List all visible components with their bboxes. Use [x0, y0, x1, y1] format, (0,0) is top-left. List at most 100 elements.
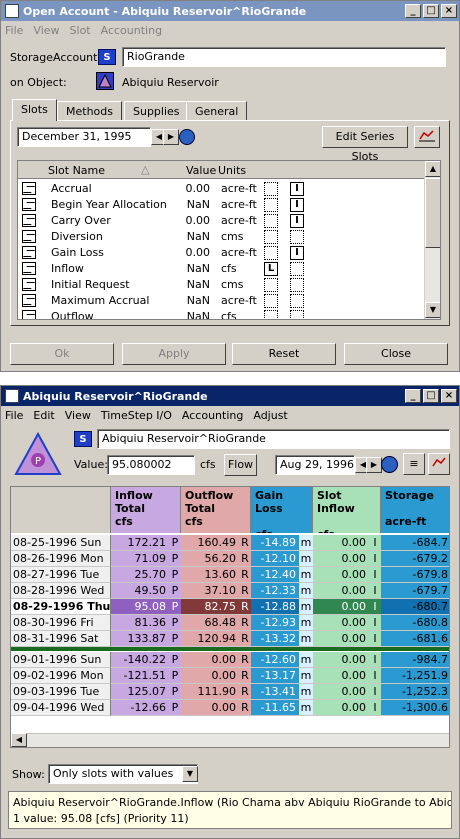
slot-inflow-flag[interactable]: I — [369, 631, 381, 647]
table-row[interactable]: Gain Loss 0.00 acre-ft I — [18, 245, 428, 261]
scrollbar[interactable]: ▲ ▼ — [424, 161, 440, 319]
date-field-2[interactable]: Aug 29, 1996 — [275, 455, 355, 475]
row-date[interactable]: 08-27-1996 Tue — [11, 567, 111, 583]
plot-icon[interactable] — [414, 126, 440, 148]
col-outflow[interactable]: Outflow Total cfs — [181, 487, 251, 533]
outflow-value[interactable]: 160.49 — [181, 535, 239, 551]
table-row[interactable]: Carry Over 0.00 acre-ft I — [18, 213, 428, 229]
outflow-value[interactable]: 120.94 — [181, 631, 239, 647]
gain-loss-flag[interactable]: m — [299, 700, 313, 716]
outflow-flag[interactable]: R — [239, 668, 251, 684]
slot-inflow-flag[interactable]: I — [369, 684, 381, 700]
gain-loss-value[interactable]: -11.65 — [251, 700, 299, 716]
row-date[interactable]: 09-04-1996 Wed — [11, 700, 111, 716]
slot-inflow-flag[interactable]: I — [369, 700, 381, 716]
storage-value[interactable]: -680.7 — [381, 599, 449, 615]
gain-loss-flag[interactable]: m — [299, 567, 313, 583]
inflow-flag[interactable]: P — [169, 684, 181, 700]
row-date[interactable]: 09-03-1996 Tue — [11, 684, 111, 700]
slot-name-field[interactable]: Abiquiu Reservoir^RioGrande — [97, 429, 450, 449]
gain-loss-flag[interactable]: m — [299, 599, 313, 615]
slot-inflow-flag[interactable]: I — [369, 599, 381, 615]
storage-value[interactable]: -1,251.9 — [381, 668, 449, 684]
gain-loss-value[interactable]: -13.17 — [251, 668, 299, 684]
gain-loss-value[interactable]: -14.89 — [251, 535, 299, 551]
slot-inflow-value[interactable]: 0.00 — [313, 631, 369, 647]
slot-inflow-flag[interactable]: I — [369, 583, 381, 599]
slot-inflow-value[interactable]: 0.00 — [313, 615, 369, 631]
outflow-value[interactable]: 37.10 — [181, 583, 239, 599]
apply-button[interactable]: Apply — [122, 343, 226, 365]
outflow-flag[interactable]: R — [239, 583, 251, 599]
inflow-flag[interactable]: P — [169, 551, 181, 567]
close-icon-2[interactable]: × — [441, 389, 457, 403]
edit-series-slots-button[interactable]: Edit Series Slots — [322, 126, 408, 163]
row-date[interactable]: 09-02-1996 Mon — [11, 668, 111, 684]
table-row[interactable]: Inflow NaN cfs L — [18, 261, 428, 277]
outflow-flag[interactable]: R — [239, 652, 251, 668]
storage-value[interactable]: -679.2 — [381, 551, 449, 567]
storage-value[interactable]: -1,300.6 — [381, 700, 449, 716]
outflow-value[interactable]: 0.00 — [181, 668, 239, 684]
inflow-value[interactable]: -12.66 — [111, 700, 169, 716]
storage-value[interactable]: -679.8 — [381, 567, 449, 583]
outflow-value[interactable]: 82.75 — [181, 599, 239, 615]
gain-loss-flag[interactable]: m — [299, 668, 313, 684]
slot-inflow-flag[interactable]: I — [369, 668, 381, 684]
outflow-flag[interactable]: R — [239, 631, 251, 647]
slot-inflow-flag[interactable]: I — [369, 615, 381, 631]
gain-loss-value[interactable]: -12.88 — [251, 599, 299, 615]
scroll-up-button[interactable]: ▲ — [425, 161, 440, 177]
outflow-value[interactable]: 13.60 — [181, 567, 239, 583]
inflow-value[interactable]: 71.09 — [111, 551, 169, 567]
gain-loss-flag[interactable]: m — [299, 583, 313, 599]
outflow-value[interactable]: 111.90 — [181, 684, 239, 700]
inflow-flag[interactable]: P — [169, 535, 181, 551]
inflow-value[interactable]: 81.36 — [111, 615, 169, 631]
inflow-flag[interactable]: P — [169, 599, 181, 615]
table-row[interactable]: Diversion NaN cms — [18, 229, 428, 245]
table-row[interactable]: Maximum Accrual NaN acre-ft — [18, 293, 428, 309]
table-row[interactable]: Accrual 0.00 acre-ft I — [18, 181, 428, 197]
slot-inflow-flag[interactable]: I — [369, 551, 381, 567]
ok-button[interactable]: Ok — [10, 343, 114, 365]
menu-file-2[interactable]: File — [5, 409, 23, 422]
menu-file[interactable]: File — [5, 24, 23, 37]
gain-loss-value[interactable]: -13.32 — [251, 631, 299, 647]
tab-supplies[interactable]: Supplies — [124, 101, 189, 121]
slot-inflow-value[interactable]: 0.00 — [313, 684, 369, 700]
outflow-flag[interactable]: R — [239, 551, 251, 567]
gain-loss-flag[interactable]: m — [299, 652, 313, 668]
inflow-value[interactable]: 95.08 — [111, 599, 169, 615]
gain-loss-value[interactable]: -12.40 — [251, 567, 299, 583]
minimize-button-2[interactable]: _ — [405, 389, 421, 403]
show-filter-select[interactable]: Only slots with values — [48, 764, 198, 784]
slot-inflow-value[interactable]: 0.00 — [313, 652, 369, 668]
maximize-button-2[interactable]: □ — [423, 389, 439, 403]
col-value[interactable]: Value — [186, 164, 216, 177]
inflow-value[interactable]: -140.22 — [111, 652, 169, 668]
inflow-flag[interactable]: P — [169, 567, 181, 583]
show-dropdown-icon[interactable]: ▼ — [182, 766, 198, 782]
gain-loss-value[interactable]: -12.33 — [251, 583, 299, 599]
table-row[interactable]: Initial Request NaN cms — [18, 277, 428, 293]
slot-inflow-value[interactable]: 0.00 — [313, 567, 369, 583]
minimize-button[interactable]: _ — [405, 4, 421, 18]
date-field[interactable]: December 31, 1995 — [17, 127, 151, 147]
inflow-value[interactable]: 172.21 — [111, 535, 169, 551]
gain-loss-value[interactable]: -12.93 — [251, 615, 299, 631]
row-date[interactable]: 08-31-1996 Sat — [11, 631, 111, 647]
date-next-button-2[interactable]: ▶ — [366, 457, 382, 473]
table-row[interactable]: Begin Year Allocation NaN acre-ft I — [18, 197, 428, 213]
inflow-flag[interactable]: P — [169, 652, 181, 668]
inflow-value[interactable]: -121.51 — [111, 668, 169, 684]
inflow-flag[interactable]: P — [169, 631, 181, 647]
storage-value[interactable]: -681.6 — [381, 631, 449, 647]
gain-loss-flag[interactable]: m — [299, 615, 313, 631]
outflow-value[interactable]: 56.20 — [181, 551, 239, 567]
menu-view[interactable]: View — [33, 24, 59, 37]
slot-inflow-flag[interactable]: I — [369, 535, 381, 551]
scroll-down-button[interactable]: ▼ — [425, 302, 440, 318]
maximize-button[interactable]: □ — [423, 4, 439, 18]
flow-button[interactable]: Flow — [224, 454, 257, 476]
